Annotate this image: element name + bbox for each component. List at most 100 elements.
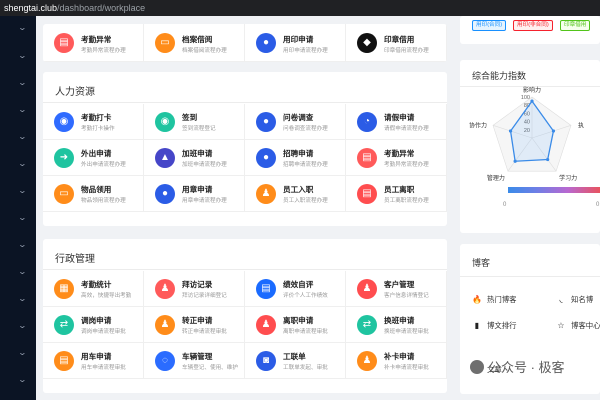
app-shortcut-desc: 印章借用流程办理 bbox=[384, 48, 429, 54]
radar-data-point[interactable] bbox=[513, 159, 517, 163]
top-app-grid: ▤ 考勤异常 考勤异常流程办理 ▭ 档案借阅 档案借阅流程办理 ● 用印申请 用印申请流程办理 ◆… bbox=[43, 24, 447, 62]
sidebar-expand-chevron-icon[interactable]: ⌄ bbox=[18, 295, 27, 303]
app-shortcut-title: 用车申请 bbox=[81, 352, 112, 361]
app-shortcut[interactable]: ▦ 考勤统计 高效，快捷导出考勤 bbox=[43, 271, 144, 307]
app-shortcut[interactable]: ◆ 印章借用 印章借用流程办理 bbox=[346, 24, 447, 62]
quick-tag[interactable]: 用印(非合同) bbox=[513, 20, 553, 31]
robot-icon: ◙ bbox=[256, 351, 276, 371]
sidebar-expand-chevron-icon[interactable]: ⌄ bbox=[18, 214, 27, 222]
sidebar-expand-chevron-icon[interactable]: ⌄ bbox=[18, 106, 27, 114]
sidebar-menu: ⌄ ⌄ ⌄ ⌄ ⌄ ⌄ ⌄ ⌄ ⌄ ⌄ ⌄ ⌄ ⌄ ⌄ bbox=[0, 16, 36, 400]
calendar-alert-icon: ▤ bbox=[54, 33, 74, 53]
blog-link[interactable]: ☆ 博客中心 bbox=[556, 320, 600, 331]
sidebar-expand-chevron-icon[interactable]: ⌄ bbox=[18, 52, 27, 60]
app-shortcut-title: 车辆管理 bbox=[182, 352, 213, 361]
app-shortcut[interactable]: ▭ 物品领用 物品领用流程办理 bbox=[43, 176, 144, 212]
app-shortcut-desc: 离职申请流程审批 bbox=[283, 329, 328, 335]
radar-visual-map[interactable] bbox=[508, 187, 600, 193]
star-icon: ☆ bbox=[557, 321, 565, 330]
app-shortcut[interactable]: ● 用章申请 用章申请流程办理 bbox=[144, 176, 245, 212]
app-shortcut[interactable]: ▤ 用车申请 用车申请流程审批 bbox=[43, 343, 144, 379]
app-shortcut-desc: 工联单发起、审批 bbox=[283, 365, 328, 371]
app-shortcut-title: 外出申请 bbox=[81, 149, 112, 158]
sidebar-expand-chevron-icon[interactable]: ⌄ bbox=[18, 322, 27, 330]
radar-data-point[interactable] bbox=[546, 157, 550, 162]
app-shortcut[interactable]: ♟ 员工入职 员工入职流程办理 bbox=[245, 176, 346, 212]
app-shortcut[interactable]: ◌ 车辆管理 车辆登记、使用、维护 bbox=[144, 343, 245, 379]
blog-link[interactable]: ◟ 知名博 bbox=[556, 294, 593, 305]
quick-tag[interactable]: 印章借用 bbox=[560, 20, 591, 31]
blog-link[interactable]: ▮ 博文排行 bbox=[472, 320, 517, 331]
user-stamp-icon: ● bbox=[155, 184, 175, 204]
app-shortcut-desc: 外出申请流程办理 bbox=[81, 162, 126, 168]
app-shortcut[interactable]: ♟ 客户管理 客户信息详情登记 bbox=[346, 271, 447, 307]
app-shortcut[interactable]: ▲ 加班申请 加班申请流程办理 bbox=[144, 140, 245, 176]
app-shortcut[interactable]: ◉ 考勤打卡 考勤打卡操作 bbox=[43, 104, 144, 140]
top-app-card: ▤ 考勤异常 考勤异常流程办理 ▭ 档案借阅 档案借阅流程办理 ● 用印申请 用印申请流程办理 ◆… bbox=[43, 24, 447, 62]
app-shortcut[interactable]: ◙ 工联单 工联单发起、审批 bbox=[245, 343, 346, 379]
shift-icon: ⇄ bbox=[357, 315, 377, 335]
app-shortcut-title: 招聘申请 bbox=[283, 149, 314, 158]
app-shortcut-title: 离职申请 bbox=[283, 316, 314, 325]
app-shortcut[interactable]: ▤ 员工离职 员工离职流程办理 bbox=[346, 176, 447, 212]
blog-link-label: 博文排行 bbox=[487, 321, 517, 330]
hr-divider bbox=[43, 102, 447, 103]
sidebar-expand-chevron-icon[interactable]: ⌄ bbox=[18, 376, 27, 384]
app-shortcut-desc: 考勤异常流程办理 bbox=[384, 162, 429, 168]
radar-indicator-label: 管理力 bbox=[487, 174, 505, 182]
app-shortcut-title: 绩效自评 bbox=[283, 280, 314, 289]
blog-link-label: 博客中心 bbox=[571, 321, 600, 330]
app-shortcut-title: 用印申请 bbox=[283, 35, 314, 44]
sidebar-expand-chevron-icon[interactable]: ⌄ bbox=[18, 187, 27, 195]
sidebar-expand-chevron-icon[interactable]: ⌄ bbox=[18, 241, 27, 249]
blog-divider bbox=[460, 276, 600, 277]
app-shortcut[interactable]: ▭ 档案借阅 档案借阅流程办理 bbox=[144, 24, 245, 62]
app-shortcut-desc: 员工入职流程办理 bbox=[283, 198, 328, 204]
sidebar-expand-chevron-icon[interactable]: ⌄ bbox=[18, 24, 27, 32]
app-shortcut[interactable]: ▤ 考勤异常 考勤异常流程办理 bbox=[346, 140, 447, 176]
stats-icon: ▦ bbox=[54, 279, 74, 299]
app-shortcut[interactable]: ◔ 请假申请 请假申请流程办理 bbox=[346, 104, 447, 140]
app-shortcut-desc: 请假申请流程办理 bbox=[384, 126, 429, 132]
app-shortcut-title: 客户管理 bbox=[384, 280, 415, 289]
app-shortcut-desc: 评价个人工作绩效 bbox=[283, 293, 328, 299]
browser-url-bar[interactable]: shengtai.club/dashboard/workplace bbox=[0, 0, 600, 16]
rss-icon: ◟ bbox=[559, 295, 563, 304]
recruit-icon: ● bbox=[256, 148, 276, 168]
radar-data-point[interactable] bbox=[551, 129, 556, 133]
sidebar-expand-chevron-icon[interactable]: ⌄ bbox=[18, 79, 27, 87]
app-shortcut[interactable]: ● 招聘申请招聘申请流程办理 bbox=[245, 140, 346, 176]
sidebar-expand-chevron-icon[interactable]: ⌄ bbox=[18, 133, 27, 141]
archive-icon: ▭ bbox=[155, 33, 175, 53]
radar-indicator-label: 学习力 bbox=[559, 174, 577, 182]
radar-data-point[interactable] bbox=[508, 129, 513, 133]
app-shortcut[interactable]: ♟ 拜访记录 拜访记录详细登记 bbox=[144, 271, 245, 307]
app-shortcut[interactable]: ● 问卷调查 问卷调查流程办理 bbox=[245, 104, 346, 140]
app-shortcut-desc: 签到流程登记 bbox=[182, 126, 216, 132]
app-shortcut[interactable]: ♟ 离职申请离职申请流程审批 bbox=[245, 307, 346, 343]
sidebar-expand-chevron-icon[interactable]: ⌄ bbox=[18, 160, 27, 168]
quick-tag[interactable]: 用印(合同) bbox=[472, 20, 507, 31]
hr-app-grid: ◉ 考勤打卡 考勤打卡操作 ◉ 签到 签到流程登记 ● 问卷调查 问卷调查流程办理 ◔ 请假申请 请假… bbox=[43, 104, 447, 212]
blog-link-label: 知名博 bbox=[571, 295, 594, 304]
offboard-icon: ▤ bbox=[357, 184, 377, 204]
app-shortcut[interactable]: ➜ 外出申请 外出申请流程办理 bbox=[43, 140, 144, 176]
app-shortcut[interactable]: ▤ 考勤异常 考勤异常流程办理 bbox=[43, 24, 144, 62]
app-shortcut[interactable]: ♟ 转正申请 转正申请流程审批 bbox=[144, 307, 245, 343]
resign-icon: ♟ bbox=[256, 315, 276, 335]
app-shortcut[interactable]: ▤ 绩效自评 评价个人工作绩效 bbox=[245, 271, 346, 307]
sidebar-expand-chevron-icon[interactable]: ⌄ bbox=[18, 268, 27, 276]
app-shortcut-title: 考勤打卡 bbox=[81, 113, 112, 122]
app-shortcut-title: 考勤异常 bbox=[384, 149, 415, 158]
app-shortcut[interactable]: ● 用印申请 用印申请流程办理 bbox=[245, 24, 346, 62]
app-shortcut[interactable]: ♟ 补卡申请 补卡申请流程审批 bbox=[346, 343, 447, 379]
app-shortcut[interactable]: ◉ 签到 签到流程登记 bbox=[144, 104, 245, 140]
radar-data-point[interactable] bbox=[530, 99, 534, 103]
sidebar-expand-chevron-icon[interactable]: ⌄ bbox=[18, 349, 27, 357]
app-shortcut-desc: 招聘申请流程办理 bbox=[283, 162, 328, 168]
app-shortcut[interactable]: ⇄ 换班申请 换班申请流程审批 bbox=[346, 307, 447, 343]
app-shortcut-desc: 拜访记录详细登记 bbox=[182, 293, 227, 299]
blog-link[interactable]: 🔥 热门博客 bbox=[472, 294, 517, 305]
app-shortcut[interactable]: ⇄ 调岗申请 调岗申请流程审批 bbox=[43, 307, 144, 343]
ability-card: 综合能力指数 10080604020影响力执学习力管理力协作力 0 0 bbox=[460, 60, 600, 233]
